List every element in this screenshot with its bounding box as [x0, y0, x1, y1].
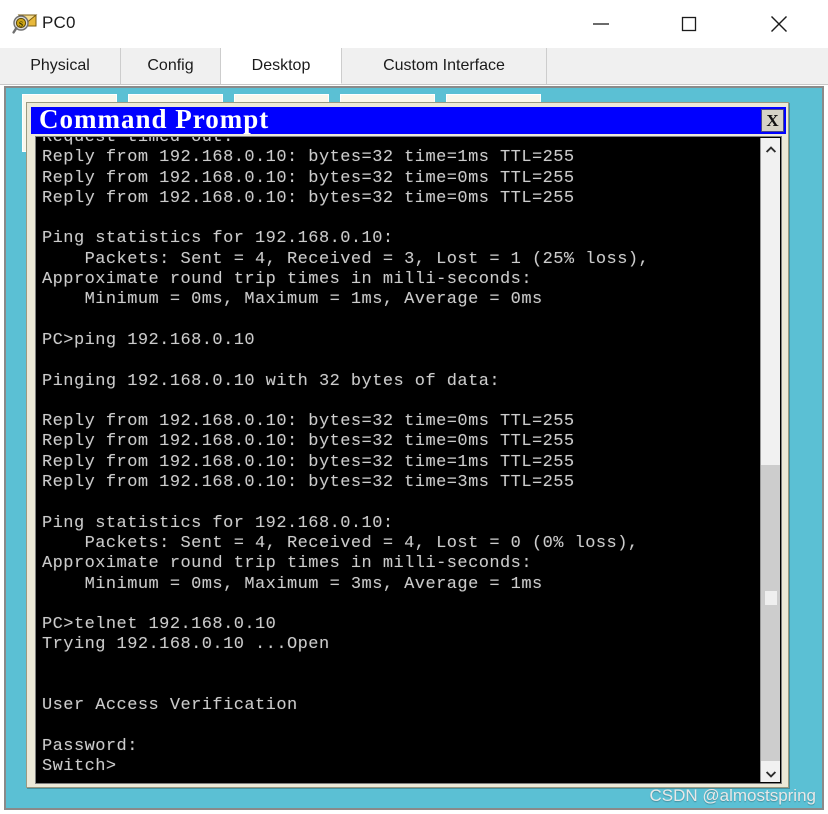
- window-titlebar: S PC0: [0, 0, 828, 48]
- chevron-down-icon[interactable]: [761, 762, 780, 782]
- tab-desktop[interactable]: Desktop: [221, 48, 342, 84]
- tab-config[interactable]: Config: [121, 48, 221, 84]
- command-prompt-window: Command Prompt X Request timed out. Repl…: [26, 102, 789, 788]
- command-prompt-title: Command Prompt: [39, 104, 270, 134]
- chevron-up-icon[interactable]: [761, 138, 780, 158]
- minimize-button[interactable]: [570, 0, 632, 48]
- pc0-device-window: S PC0 Physical Config Desktop Custom Int…: [0, 0, 828, 814]
- device-tab-bar: Physical Config Desktop Custom Interface: [0, 48, 828, 85]
- svg-text:S: S: [19, 19, 23, 28]
- close-button[interactable]: [748, 0, 810, 48]
- desktop-background: Command Prompt X Request timed out. Repl…: [6, 88, 822, 808]
- window-title: PC0: [42, 13, 76, 32]
- desktop-panel: Command Prompt X Request timed out. Repl…: [4, 86, 824, 810]
- command-prompt-close-button[interactable]: X: [761, 109, 784, 132]
- command-prompt-titlebar[interactable]: Command Prompt X: [31, 104, 786, 134]
- terminal-scrollbar[interactable]: [760, 138, 780, 782]
- maximize-button[interactable]: [658, 0, 720, 48]
- tab-physical[interactable]: Physical: [0, 48, 121, 84]
- scrollbar-thumb-grip: [765, 591, 777, 605]
- scrollbar-thumb[interactable]: [761, 465, 780, 761]
- packet-tracer-device-icon: S: [12, 11, 38, 35]
- watermark-text: CSDN @almostspring: [649, 786, 816, 805]
- terminal-text: Request timed out. Reply from 192.168.0.…: [42, 136, 650, 777]
- tab-custom-interface[interactable]: Custom Interface: [342, 48, 547, 84]
- terminal-output-area[interactable]: Request timed out. Reply from 192.168.0.…: [35, 136, 782, 784]
